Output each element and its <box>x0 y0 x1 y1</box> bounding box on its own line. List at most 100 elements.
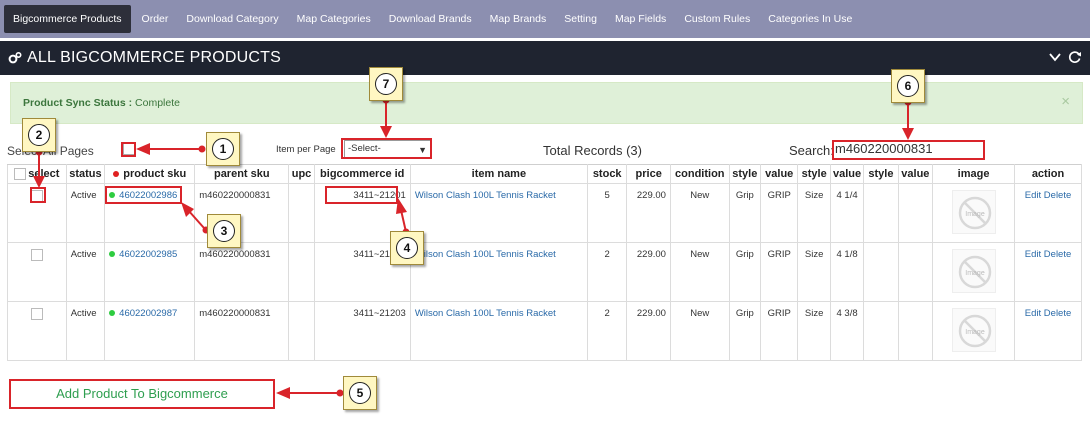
col-header-stock[interactable]: stock <box>586 164 628 184</box>
bigcommerce-id-cell: 3411~21203 <box>313 301 411 361</box>
action-cell: Edit Delete <box>1014 301 1082 361</box>
close-icon[interactable]: × <box>1061 93 1070 110</box>
caret-down-icon: ▼ <box>418 145 427 155</box>
value3-cell <box>897 301 934 361</box>
total-records: Total Records (3) <box>543 143 642 158</box>
nav-item-download-category[interactable]: Download Category <box>177 5 287 33</box>
header-checkbox[interactable] <box>14 168 27 181</box>
value2-cell: 4 3/8 <box>829 301 865 361</box>
row-checkbox[interactable] <box>30 249 43 261</box>
table-row: Active 46022002986 m460220000831 3411~21… <box>7 183 1082 243</box>
value1-cell: GRIP <box>760 301 799 361</box>
refresh-icon[interactable] <box>1068 50 1082 64</box>
edit-link[interactable]: Edit <box>1025 308 1041 319</box>
col-header-style-1: style <box>728 164 762 184</box>
product-sku-link[interactable]: 46022002985 <box>119 249 177 260</box>
item-name-link[interactable]: Wilson Clash 100L Tennis Racket <box>415 249 556 260</box>
row-select-cell <box>7 242 67 302</box>
col-header-value-3: value <box>897 164 934 184</box>
delete-link[interactable]: Delete <box>1044 308 1071 319</box>
status-cell: Active <box>65 242 106 302</box>
callout-1: 1 <box>206 132 240 166</box>
table-toolbar: Select All Pages Item per Page -Select- … <box>7 137 1083 165</box>
nav-item-map-brands[interactable]: Map Brands <box>481 5 556 33</box>
item-name-cell: Wilson Clash 100L Tennis Racket <box>409 242 588 302</box>
edit-link[interactable]: Edit <box>1025 249 1041 260</box>
delete-link[interactable]: Delete <box>1044 249 1071 260</box>
add-product-button[interactable]: Add Product To Bigcommerce <box>9 379 275 409</box>
nav-item-categories-in-use[interactable]: Categories In Use <box>759 5 861 33</box>
nav-item-map-fields[interactable]: Map Fields <box>606 5 675 33</box>
col-header-condition[interactable]: condition <box>669 164 730 184</box>
col-header-select: select <box>7 164 67 184</box>
products-panel: Product Sync Status : Complete × Select … <box>7 75 1083 375</box>
required-dot-icon <box>113 171 120 178</box>
page-header: ALL BIGCOMMERCE PRODUCTS <box>0 41 1090 75</box>
items-per-page-label: Item per Page <box>276 144 336 155</box>
nav-item-setting[interactable]: Setting <box>555 5 606 33</box>
delete-link[interactable]: Delete <box>1044 190 1071 201</box>
value2-cell: 4 1/8 <box>829 242 865 302</box>
col-header-value-1: value <box>760 164 799 184</box>
stock-cell: 5 <box>586 183 628 243</box>
action-cell: Edit Delete <box>1014 242 1082 302</box>
stock-cell: 2 <box>586 301 628 361</box>
search-input[interactable] <box>834 140 984 158</box>
nav-item-download-brands[interactable]: Download Brands <box>380 5 481 33</box>
image-cell: Image <box>932 301 1016 361</box>
col-header-price[interactable]: price <box>626 164 671 184</box>
item-name-link[interactable]: Wilson Clash 100L Tennis Racket <box>415 308 556 319</box>
product-sku-link[interactable]: 46022002986 <box>119 190 177 201</box>
item-name-cell: Wilson Clash 100L Tennis Racket <box>409 301 588 361</box>
style2-cell: Size <box>797 242 831 302</box>
col-header-parent-sku[interactable]: parent sku <box>194 164 290 184</box>
nav-item-custom-rules[interactable]: Custom Rules <box>675 5 759 33</box>
col-header-image: image <box>932 164 1016 184</box>
page-title: ALL BIGCOMMERCE PRODUCTS <box>27 49 282 66</box>
callout-4: 4 <box>390 231 424 265</box>
col-header-style-2: style <box>797 164 831 184</box>
nav-item-bigcommerce-products[interactable]: Bigcommerce Products <box>4 5 131 33</box>
product-sku-link[interactable]: 46022002987 <box>119 308 177 319</box>
item-name-link[interactable]: Wilson Clash 100L Tennis Racket <box>415 190 556 201</box>
sync-status-text: Product Sync Status : Complete <box>23 97 180 109</box>
select-all-pages-checkbox[interactable] <box>123 143 135 155</box>
chevron-down-icon[interactable] <box>1048 50 1062 64</box>
items-per-page-select[interactable]: -Select- ▼ <box>344 140 432 158</box>
nav-item-order[interactable]: Order <box>133 5 178 33</box>
app-root: Bigcommerce Products Order Download Cate… <box>0 0 1090 421</box>
upc-cell <box>288 301 315 361</box>
product-sku-cell: 46022002986 <box>104 183 196 243</box>
edit-link[interactable]: Edit <box>1025 190 1041 201</box>
top-nav: Bigcommerce Products Order Download Cate… <box>0 0 1090 38</box>
nav-item-map-categories[interactable]: Map Categories <box>288 5 380 33</box>
product-sku-cell: 46022002985 <box>104 242 196 302</box>
value3-cell <box>897 183 934 243</box>
active-dot-icon <box>109 251 116 258</box>
col-header-product-sku[interactable]: product sku <box>104 164 196 184</box>
callout-3: 3 <box>207 214 241 248</box>
items-per-page-value: -Select- <box>348 143 381 154</box>
no-image-icon: Image <box>958 196 991 230</box>
col-header-item-name[interactable]: item name <box>409 164 588 184</box>
no-image-icon: Image <box>958 314 991 348</box>
no-image-icon: Image <box>958 255 991 289</box>
callout-6: 6 <box>891 69 925 103</box>
callout-7: 7 <box>369 67 403 101</box>
row-checkbox[interactable] <box>30 308 43 320</box>
style3-cell <box>863 242 899 302</box>
price-cell: 229.00 <box>626 242 671 302</box>
condition-cell: New <box>669 301 730 361</box>
row-checkbox[interactable] <box>30 190 43 202</box>
col-header-status[interactable]: status <box>65 164 106 184</box>
col-header-upc[interactable]: upc <box>288 164 315 184</box>
image-placeholder: Image <box>951 190 996 234</box>
status-cell: Active <box>65 183 106 243</box>
style1-cell: Grip <box>728 301 762 361</box>
image-cell: Image <box>932 183 1016 243</box>
col-header-bigcommerce-id[interactable]: bigcommerce id <box>313 164 411 184</box>
parent-sku-cell: m460220000831 <box>194 242 290 302</box>
stock-cell: 2 <box>586 242 628 302</box>
style3-cell <box>863 301 899 361</box>
condition-cell: New <box>669 242 730 302</box>
